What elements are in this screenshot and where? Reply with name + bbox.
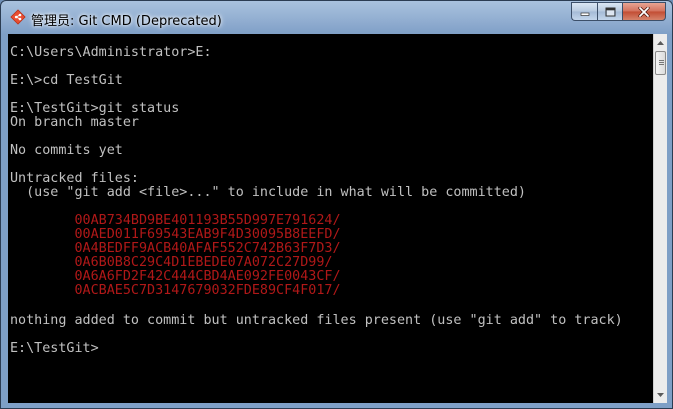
untracked-file-line: 0A4BEDFF9ACB40AFAF552C742B63F7D3/ (10, 241, 341, 256)
window-controls (571, 2, 666, 22)
git-diamond-icon (10, 9, 26, 25)
close-button[interactable] (622, 2, 666, 21)
console-line: C:\Users\Administrator>E: (10, 45, 212, 60)
window-title: 管理员: Git CMD (Deprecated) (31, 14, 222, 29)
untracked-file-line: 0ACBAE5C7D3147679032FDE89CF4F017/ (10, 283, 341, 298)
arrow-down-icon (657, 392, 664, 397)
untracked-file-line: 0A6B0B8C29C4D1EBEDE07A072C27D99/ (10, 255, 333, 270)
untracked-file-line: 00AB734BD9BE401193B55D997E791624/ (10, 213, 341, 228)
untracked-file-line: 00AED011F69543EAB9F4D30095B8EEFD/ (10, 227, 341, 242)
scroll-up-button[interactable] (654, 34, 667, 51)
maximize-button[interactable] (597, 2, 622, 21)
console-output[interactable]: C:\Users\Administrator>E: E:\>cd TestGit… (8, 34, 653, 403)
arrow-up-icon (657, 40, 664, 45)
console-line: E:\>cd TestGit (10, 73, 123, 88)
console-line: No commits yet (10, 143, 123, 158)
title-bar[interactable]: 管理员: Git CMD (Deprecated) (1, 1, 672, 34)
vertical-scrollbar[interactable] (653, 34, 667, 403)
close-icon (638, 6, 650, 17)
maximize-icon (605, 7, 615, 16)
scroll-thumb[interactable] (655, 51, 666, 75)
console-line: E:\TestGit>git status (10, 101, 180, 116)
console-line: On branch master (10, 115, 139, 130)
prompt-line: E:\TestGit> (10, 341, 99, 356)
console-line: (use "git add <file>..." to include in w… (10, 185, 526, 200)
console-line: nothing added to commit but untracked fi… (10, 313, 623, 328)
untracked-file-line: 0A6A6FD2F42C444CBD4AE092FE0043CF/ (10, 269, 341, 284)
scroll-down-button[interactable] (654, 386, 667, 403)
git-cmd-window: 管理员: Git CMD (Deprecated) C:\Users\Admin… (0, 0, 673, 409)
minimize-button[interactable] (571, 2, 597, 21)
console-line: Untracked files: (10, 171, 139, 186)
minimize-icon (580, 12, 589, 16)
